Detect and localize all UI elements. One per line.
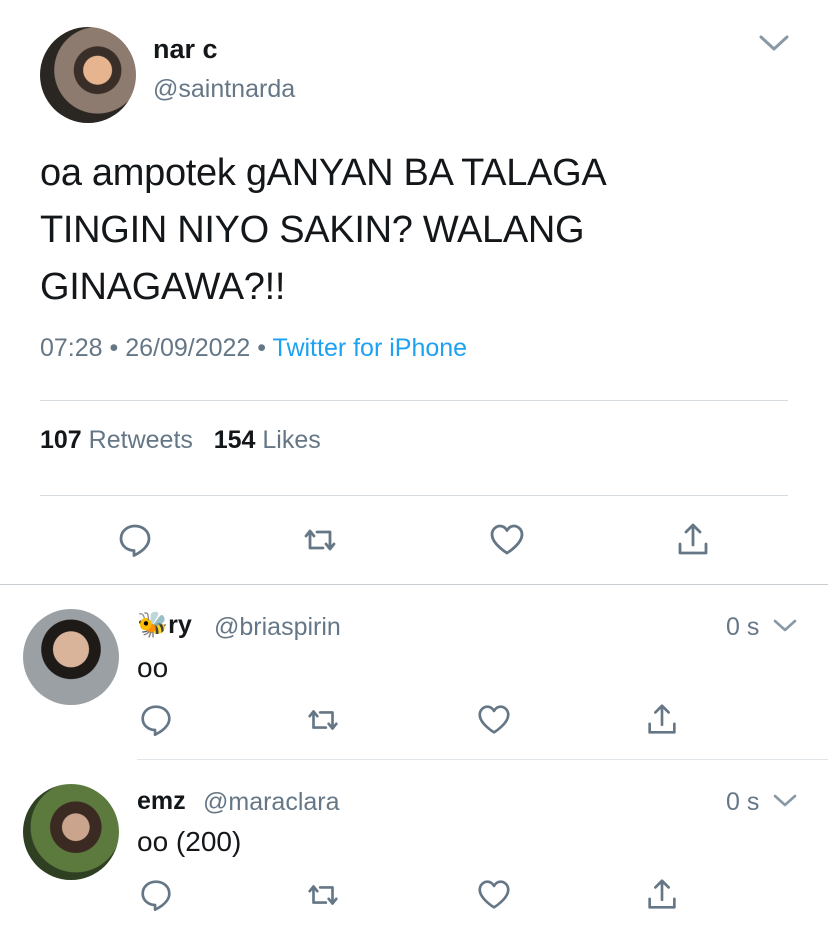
reply-icon bbox=[119, 524, 151, 557]
share-button[interactable] bbox=[643, 876, 681, 914]
retweets-stat[interactable]: 107 Retweets bbox=[40, 426, 193, 454]
heart-icon bbox=[478, 705, 510, 734]
chevron-down-icon[interactable] bbox=[772, 792, 798, 809]
tweet-date: 26/09/2022 bbox=[125, 334, 251, 362]
reply-avatar[interactable] bbox=[23, 609, 119, 705]
heart-icon bbox=[478, 880, 510, 909]
tweet-meta: 07:28 • 26/09/2022 • Twitter for iPhone bbox=[40, 334, 467, 363]
retweet-button[interactable] bbox=[304, 876, 342, 914]
like-button[interactable] bbox=[487, 520, 527, 560]
reply-avatar[interactable] bbox=[23, 784, 119, 880]
divider bbox=[40, 495, 788, 496]
likes-stat[interactable]: 154 Likes bbox=[214, 426, 321, 454]
reply-author-handle[interactable]: @briaspirin bbox=[214, 613, 341, 642]
author-name[interactable]: nar c bbox=[153, 34, 218, 65]
main-tweet: nar c @saintnarda oa ampotek gANYAN BA T… bbox=[0, 0, 828, 585]
retweet-icon bbox=[308, 710, 338, 730]
share-icon bbox=[648, 704, 676, 734]
reply-separator bbox=[137, 759, 828, 760]
reply-text: oo bbox=[137, 652, 169, 683]
likes-label: Likes bbox=[262, 426, 321, 454]
reply-button[interactable] bbox=[115, 520, 155, 560]
share-icon bbox=[678, 523, 708, 555]
like-button[interactable] bbox=[475, 876, 513, 914]
reply-icon bbox=[141, 880, 171, 912]
reply-author-name[interactable]: emz bbox=[137, 787, 186, 816]
author-handle[interactable]: @saintnarda bbox=[153, 75, 295, 104]
likes-count: 154 bbox=[213, 426, 256, 454]
tweet-source-link[interactable]: Twitter for iPhone bbox=[273, 334, 468, 362]
tweet-time: 07:28 bbox=[40, 334, 103, 362]
reply-button[interactable] bbox=[137, 701, 175, 739]
section-separator bbox=[0, 584, 828, 585]
retweet-button[interactable] bbox=[300, 520, 340, 560]
tweet-stats: 107 Retweets 154 Likes bbox=[40, 426, 321, 455]
chevron-down-icon[interactable] bbox=[772, 617, 798, 634]
share-button[interactable] bbox=[643, 701, 681, 739]
chevron-down-icon[interactable] bbox=[758, 33, 790, 53]
bee-emoji: 🐝 bbox=[137, 611, 169, 639]
reply-time: 0 s bbox=[726, 613, 760, 641]
retweet-icon bbox=[308, 885, 338, 905]
share-button[interactable] bbox=[673, 520, 713, 560]
share-icon bbox=[648, 879, 676, 909]
reply-time: 0 s bbox=[726, 788, 760, 816]
reply-name-text: ry bbox=[168, 611, 192, 639]
author-avatar[interactable] bbox=[40, 27, 136, 123]
retweets-label: Retweets bbox=[88, 426, 193, 454]
meta-separator: • bbox=[109, 334, 126, 362]
reply-icon bbox=[141, 705, 171, 737]
retweet-button[interactable] bbox=[304, 701, 342, 739]
divider bbox=[40, 400, 788, 401]
meta-separator: • bbox=[257, 334, 273, 362]
reply-button[interactable] bbox=[137, 876, 175, 914]
retweet-icon bbox=[304, 529, 336, 551]
retweets-count: 107 bbox=[40, 426, 82, 454]
reply-text: oo (200) bbox=[137, 826, 242, 857]
reply-author-handle[interactable]: @maraclara bbox=[203, 788, 340, 817]
tweet-text: oa ampotek gANYAN BA TALAGA TINGIN NIYO … bbox=[40, 152, 605, 308]
reply-author-name[interactable]: 🐝ry bbox=[137, 611, 192, 640]
like-button[interactable] bbox=[475, 701, 513, 739]
heart-icon bbox=[490, 524, 524, 555]
